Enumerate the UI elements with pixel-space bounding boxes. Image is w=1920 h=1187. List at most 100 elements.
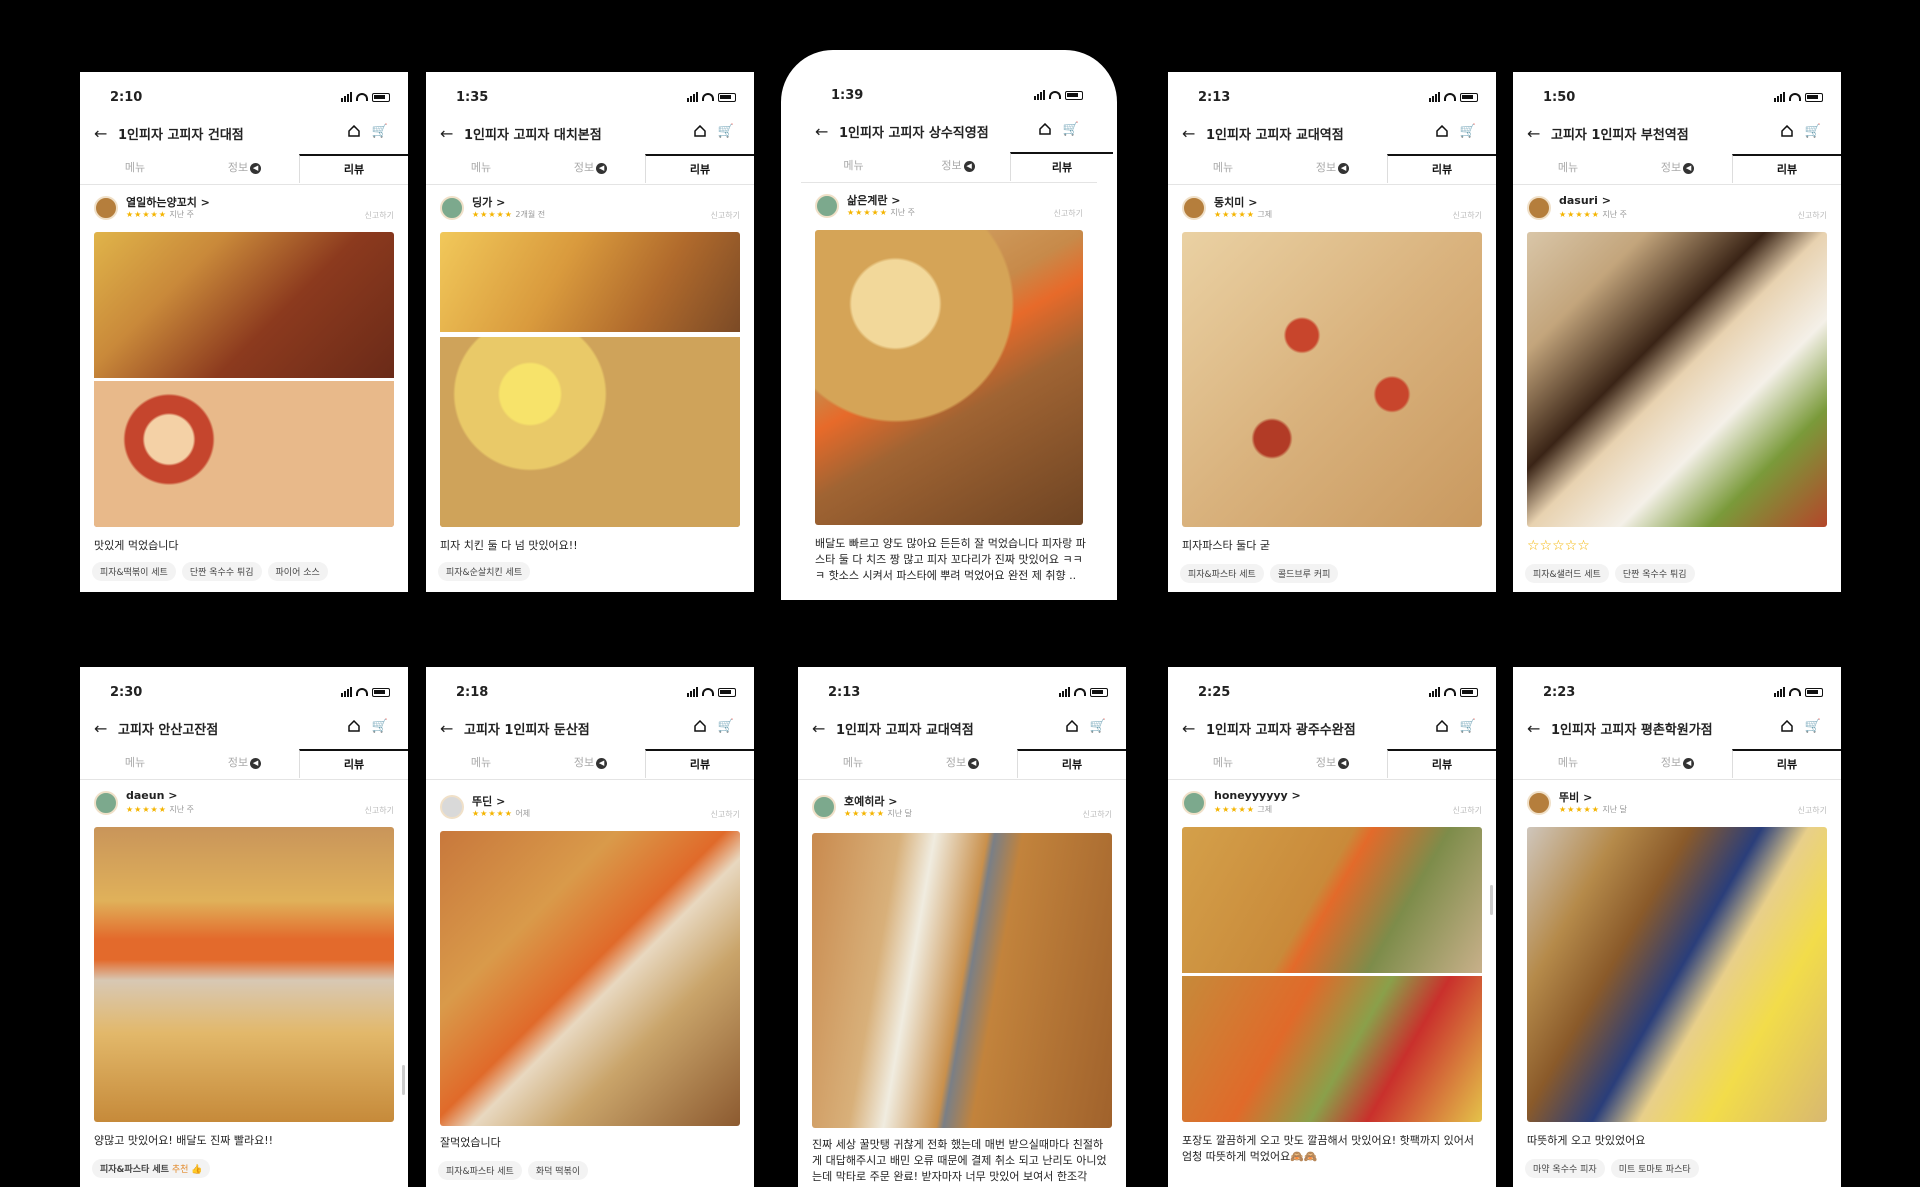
- cart-icon[interactable]: 🛒: [1090, 719, 1106, 734]
- username[interactable]: daeun >: [126, 789, 177, 802]
- tab-review[interactable]: 리뷰: [1017, 749, 1126, 778]
- cart-icon[interactable]: 🛒: [372, 124, 388, 139]
- tab-review[interactable]: 리뷰: [645, 749, 754, 778]
- review-photo[interactable]: [440, 232, 740, 527]
- avatar[interactable]: [1527, 196, 1551, 220]
- back-arrow-icon[interactable]: ←: [440, 124, 453, 143]
- report-link[interactable]: 신고하기: [1798, 210, 1827, 221]
- back-arrow-icon[interactable]: ←: [815, 122, 828, 141]
- cart-icon[interactable]: 🛒: [718, 124, 734, 139]
- report-link[interactable]: 신고하기: [1453, 210, 1482, 221]
- tab-menu[interactable]: 메뉴: [801, 152, 906, 181]
- avatar[interactable]: [1182, 791, 1206, 815]
- home-icon[interactable]: [1781, 125, 1793, 137]
- review-photo[interactable]: [94, 232, 394, 527]
- cart-icon[interactable]: 🛒: [1460, 719, 1476, 734]
- username[interactable]: 뚜비 >: [1559, 789, 1592, 805]
- menu-tag[interactable]: 피자&샐러드 세트: [1525, 564, 1609, 583]
- review-photo[interactable]: [1182, 827, 1482, 1122]
- tab-info[interactable]: 정보 ◀: [536, 154, 645, 183]
- cart-icon[interactable]: 🛒: [1063, 122, 1079, 137]
- tab-menu[interactable]: 메뉴: [80, 154, 190, 183]
- home-icon[interactable]: [1066, 720, 1078, 732]
- tab-review[interactable]: 리뷰: [1387, 154, 1496, 183]
- avatar[interactable]: [94, 791, 118, 815]
- avatar[interactable]: [1527, 791, 1551, 815]
- report-link[interactable]: 신고하기: [1453, 805, 1482, 816]
- menu-tag[interactable]: 콜드브루 커피: [1269, 564, 1339, 583]
- tab-info[interactable]: 정보 ◀: [536, 749, 645, 778]
- menu-tag[interactable]: 피자&파스타 세트: [438, 1161, 522, 1180]
- tab-review[interactable]: 리뷰: [1732, 154, 1841, 183]
- cart-icon[interactable]: 🛒: [1805, 719, 1821, 734]
- tab-info[interactable]: 정보 ◀: [1278, 154, 1387, 183]
- back-arrow-icon[interactable]: ←: [94, 719, 107, 738]
- tab-review[interactable]: 리뷰: [645, 154, 754, 183]
- back-arrow-icon[interactable]: ←: [94, 124, 107, 143]
- home-icon[interactable]: [1436, 720, 1448, 732]
- username[interactable]: 동치미 >: [1214, 194, 1257, 210]
- username[interactable]: 열일하는양꼬치 >: [126, 194, 210, 210]
- tab-info[interactable]: 정보 ◀: [190, 749, 299, 778]
- tab-menu[interactable]: 메뉴: [1513, 154, 1623, 183]
- tab-info[interactable]: 정보 ◀: [1623, 154, 1732, 183]
- tab-info[interactable]: 정보 ◀: [908, 749, 1017, 778]
- back-arrow-icon[interactable]: ←: [1527, 719, 1540, 738]
- home-icon[interactable]: [348, 125, 360, 137]
- menu-tag[interactable]: 피자&파스타 세트: [1180, 564, 1264, 583]
- tab-menu[interactable]: 메뉴: [1513, 749, 1623, 778]
- home-icon[interactable]: [1039, 123, 1051, 135]
- home-icon[interactable]: [694, 720, 706, 732]
- back-arrow-icon[interactable]: ←: [1182, 719, 1195, 738]
- tab-info[interactable]: 정보 ◀: [906, 152, 1010, 181]
- username[interactable]: dasuri >: [1559, 194, 1611, 207]
- tab-review[interactable]: 리뷰: [1387, 749, 1496, 778]
- review-photo[interactable]: [1182, 232, 1482, 527]
- avatar[interactable]: [812, 795, 836, 819]
- report-link[interactable]: 신고하기: [711, 210, 740, 221]
- menu-tag[interactable]: 피자&떡볶이 세트: [92, 562, 176, 581]
- report-link[interactable]: 신고하기: [1054, 208, 1083, 219]
- review-photo[interactable]: [815, 230, 1083, 525]
- tab-menu[interactable]: 메뉴: [80, 749, 190, 778]
- username[interactable]: 삶은계란 >: [847, 192, 901, 208]
- menu-tag[interactable]: 단짠 옥수수 튀김: [1614, 564, 1695, 583]
- tab-menu[interactable]: 메뉴: [426, 749, 536, 778]
- menu-tag[interactable]: 파이어 소스: [267, 562, 328, 581]
- menu-tag[interactable]: 미트 토마토 파스타: [1610, 1159, 1699, 1178]
- back-arrow-icon[interactable]: ←: [1182, 124, 1195, 143]
- report-link[interactable]: 신고하기: [1083, 809, 1112, 820]
- review-photo[interactable]: [440, 831, 740, 1126]
- tab-info[interactable]: 정보 ◀: [190, 154, 299, 183]
- tab-menu[interactable]: 메뉴: [1168, 749, 1278, 778]
- back-arrow-icon[interactable]: ←: [440, 719, 453, 738]
- avatar[interactable]: [440, 196, 464, 220]
- review-photo[interactable]: [1527, 827, 1827, 1122]
- tab-menu[interactable]: 메뉴: [426, 154, 536, 183]
- scrollbar[interactable]: [402, 1065, 405, 1095]
- review-photo[interactable]: [1527, 232, 1827, 527]
- tab-info[interactable]: 정보 ◀: [1278, 749, 1387, 778]
- tab-review[interactable]: 리뷰: [1732, 749, 1841, 778]
- menu-tag[interactable]: 피자&순살치킨 세트: [438, 562, 531, 581]
- tab-review[interactable]: 리뷰: [299, 749, 408, 778]
- report-link[interactable]: 신고하기: [365, 210, 394, 221]
- report-link[interactable]: 신고하기: [1798, 805, 1827, 816]
- back-arrow-icon[interactable]: ←: [812, 719, 825, 738]
- cart-icon[interactable]: 🛒: [1460, 124, 1476, 139]
- username[interactable]: honeyyyyyy >: [1214, 789, 1301, 802]
- report-link[interactable]: 신고하기: [365, 805, 394, 816]
- report-link[interactable]: 신고하기: [711, 809, 740, 820]
- username[interactable]: 호예히라 >: [844, 793, 898, 809]
- tab-review[interactable]: 리뷰: [1010, 152, 1113, 181]
- avatar[interactable]: [94, 196, 118, 220]
- menu-tag[interactable]: 마약 옥수수 피자: [1525, 1159, 1605, 1178]
- tab-menu[interactable]: 메뉴: [798, 749, 908, 778]
- review-photo[interactable]: [94, 827, 394, 1122]
- cart-icon[interactable]: 🛒: [1805, 124, 1821, 139]
- tab-menu[interactable]: 메뉴: [1168, 154, 1278, 183]
- home-icon[interactable]: [1781, 720, 1793, 732]
- avatar[interactable]: [1182, 196, 1206, 220]
- home-icon[interactable]: [694, 125, 706, 137]
- back-arrow-icon[interactable]: ←: [1527, 124, 1540, 143]
